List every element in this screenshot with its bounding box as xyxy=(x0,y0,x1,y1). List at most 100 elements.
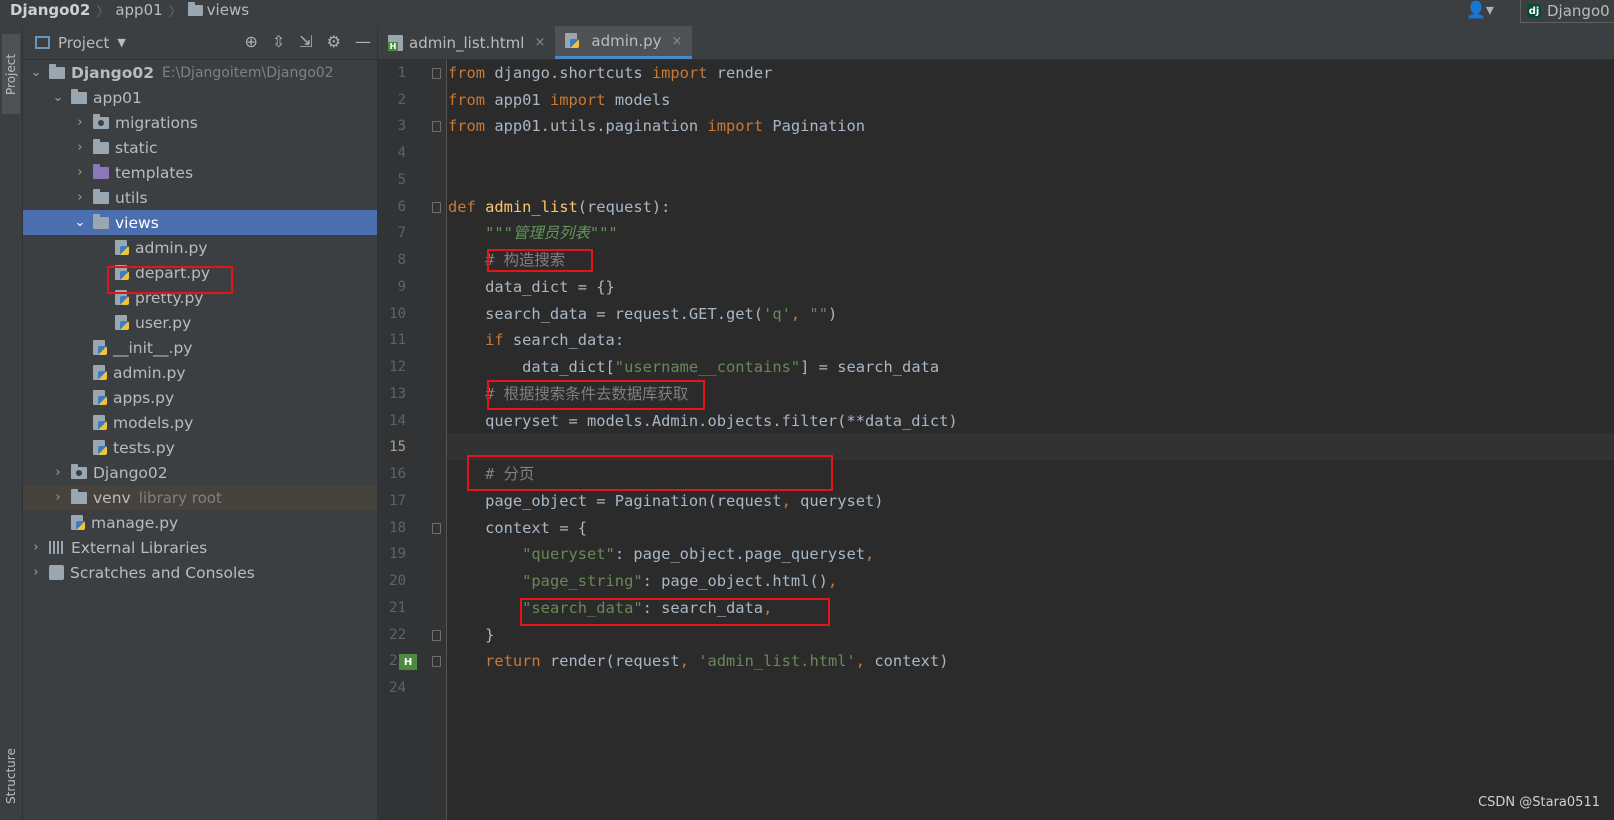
line-number: 8 xyxy=(397,252,406,268)
chevron-down-icon[interactable]: ⌄ xyxy=(73,215,87,230)
tree-item-label: Django02 xyxy=(93,463,168,482)
chevron-right-icon[interactable]: › xyxy=(29,565,43,580)
tree-item-tests-py[interactable]: tests.py xyxy=(23,435,377,460)
chevron-down-icon[interactable]: ⌄ xyxy=(51,90,65,105)
code-editor[interactable]: 1 2 3 4 5 6 7 8 9 10 11 12 13 14 15 16 1… xyxy=(378,60,1614,820)
tree-item-manage-py[interactable]: manage.py xyxy=(23,510,377,535)
python-file-icon xyxy=(93,389,107,406)
tree-item-django02-package[interactable]: › Django02 xyxy=(23,460,377,485)
tree-item-label: __init__.py xyxy=(113,338,193,357)
chevron-down-icon[interactable]: ⌄ xyxy=(29,65,43,80)
html-file-icon xyxy=(388,34,403,51)
code-line: } xyxy=(448,626,495,644)
watermark: CSDN @Stara0511 xyxy=(1478,795,1600,810)
line-number: 1 xyxy=(397,65,406,81)
close-icon[interactable]: × xyxy=(534,35,545,50)
tab-admin-list-html[interactable]: admin_list.html × xyxy=(378,26,555,59)
user-icon[interactable]: 👤▾ xyxy=(1466,0,1494,19)
breadcrumb: Django02 〉 app01 〉 views xyxy=(10,0,249,20)
tab-admin-py[interactable]: admin.py × xyxy=(555,26,693,59)
breadcrumb-separator: 〉 xyxy=(168,4,182,20)
chevron-down-icon[interactable]: ▼ xyxy=(117,36,125,49)
code-line: from app01 import models xyxy=(448,91,671,109)
breadcrumb-separator: 〉 xyxy=(96,4,110,20)
tree-item-label: app01 xyxy=(93,88,142,107)
tree-item-app01[interactable]: ⌄ app01 xyxy=(23,85,377,110)
tree-item-admin-py[interactable]: admin.py xyxy=(23,360,377,385)
chevron-right-icon[interactable]: › xyxy=(51,465,65,480)
tree-item-label: static xyxy=(115,138,158,157)
scratches-icon xyxy=(49,565,64,580)
python-file-icon xyxy=(93,439,107,456)
tree-item-external-libraries[interactable]: › External Libraries xyxy=(23,535,377,560)
chevron-right-icon[interactable]: › xyxy=(29,540,43,555)
editor-tabs: admin_list.html × admin.py × xyxy=(378,26,1614,60)
line-number: 9 xyxy=(397,279,406,295)
run-config-selector[interactable]: dj Django0 xyxy=(1520,0,1614,23)
close-icon[interactable]: × xyxy=(672,34,683,49)
tree-item-models-py[interactable]: models.py xyxy=(23,410,377,435)
fold-marker-icon[interactable] xyxy=(432,523,441,534)
project-tool-tab[interactable]: Project xyxy=(2,34,20,114)
code-line: data_dict = {} xyxy=(448,278,615,296)
tree-item-label: utils xyxy=(115,188,148,207)
python-file-icon xyxy=(565,33,580,49)
folder-icon xyxy=(93,138,109,154)
tree-item-django02-root[interactable]: ⌄ Django02 E:\Djangoitem\Django02 xyxy=(23,60,377,85)
code-line: page_object = Pagination(request, querys… xyxy=(448,492,884,510)
package-folder-icon xyxy=(71,463,87,479)
folder-icon xyxy=(71,488,87,504)
breadcrumb-project[interactable]: Django02 xyxy=(10,1,90,19)
highlight-box xyxy=(467,455,833,491)
chevron-right-icon[interactable]: › xyxy=(73,190,87,205)
project-panel: Project ▼ ⊕ ⇳ ⇲ ⚙ — ⌄ Django02 E:\Djangoit… xyxy=(23,26,378,820)
project-panel-title[interactable]: Project xyxy=(58,34,109,52)
project-toolbar: ⊕ ⇳ ⇲ ⚙ — xyxy=(244,32,371,51)
tree-item-views[interactable]: ⌄ views xyxy=(23,210,377,235)
navigate-to-template-icon[interactable]: H xyxy=(399,654,417,670)
line-number: 20 xyxy=(389,573,406,589)
tree-item-label: admin.py xyxy=(135,238,208,257)
fold-marker-icon[interactable] xyxy=(432,656,441,667)
tree-item-apps-py[interactable]: apps.py xyxy=(23,385,377,410)
tree-item-init-py[interactable]: __init__.py xyxy=(23,335,377,360)
left-tool-strip: Project Structure xyxy=(0,26,23,820)
python-file-icon xyxy=(115,314,129,331)
code-line: "page_string": page_object.html(), xyxy=(522,572,838,590)
tree-item-venv[interactable]: › venv library root xyxy=(23,485,377,510)
crosshair-icon[interactable]: ⊕ xyxy=(244,32,257,51)
collapse-all-icon[interactable]: ⇲ xyxy=(299,32,312,51)
chevron-right-icon[interactable]: › xyxy=(73,140,87,155)
code-line: queryset = models.Admin.objects.filter(*… xyxy=(448,412,958,430)
gear-icon[interactable]: ⚙ xyxy=(327,32,341,51)
fold-marker-icon[interactable] xyxy=(432,630,441,641)
chevron-right-icon[interactable]: › xyxy=(73,165,87,180)
fold-marker-icon[interactable] xyxy=(432,121,441,132)
tree-item-label: models.py xyxy=(113,413,194,432)
fold-marker-icon[interactable] xyxy=(432,68,441,79)
tree-item-migrations[interactable]: › migrations xyxy=(23,110,377,135)
line-number: 18 xyxy=(389,520,406,536)
code-line: from django.shortcuts import render xyxy=(448,64,773,82)
python-file-icon xyxy=(93,364,107,381)
tree-item-utils[interactable]: › utils xyxy=(23,185,377,210)
tab-label: admin_list.html xyxy=(409,33,525,52)
tree-item-views-admin-py[interactable]: admin.py xyxy=(23,235,377,260)
tree-item-label: apps.py xyxy=(113,388,175,407)
chevron-right-icon[interactable]: › xyxy=(73,115,87,130)
structure-tool-tab[interactable]: Structure xyxy=(2,736,20,816)
tree-item-templates[interactable]: › templates xyxy=(23,160,377,185)
code-line: data_dict["username__contains"] = search… xyxy=(448,358,940,376)
breadcrumb-views[interactable]: views xyxy=(187,1,249,19)
fold-marker-icon[interactable] xyxy=(432,202,441,213)
tree-item-user-py[interactable]: user.py xyxy=(23,310,377,335)
expand-all-icon[interactable]: ⇳ xyxy=(272,32,285,51)
breadcrumb-app[interactable]: app01 xyxy=(115,1,162,19)
tree-item-scratches[interactable]: › Scratches and Consoles xyxy=(23,560,377,585)
chevron-right-icon[interactable]: › xyxy=(51,490,65,505)
library-icon xyxy=(49,541,65,554)
tree-item-static[interactable]: › static xyxy=(23,135,377,160)
code-line: return render(request, 'admin_list.html'… xyxy=(485,652,949,670)
minus-icon[interactable]: — xyxy=(355,32,371,51)
code-line: from app01.utils.pagination import Pagin… xyxy=(448,117,866,135)
